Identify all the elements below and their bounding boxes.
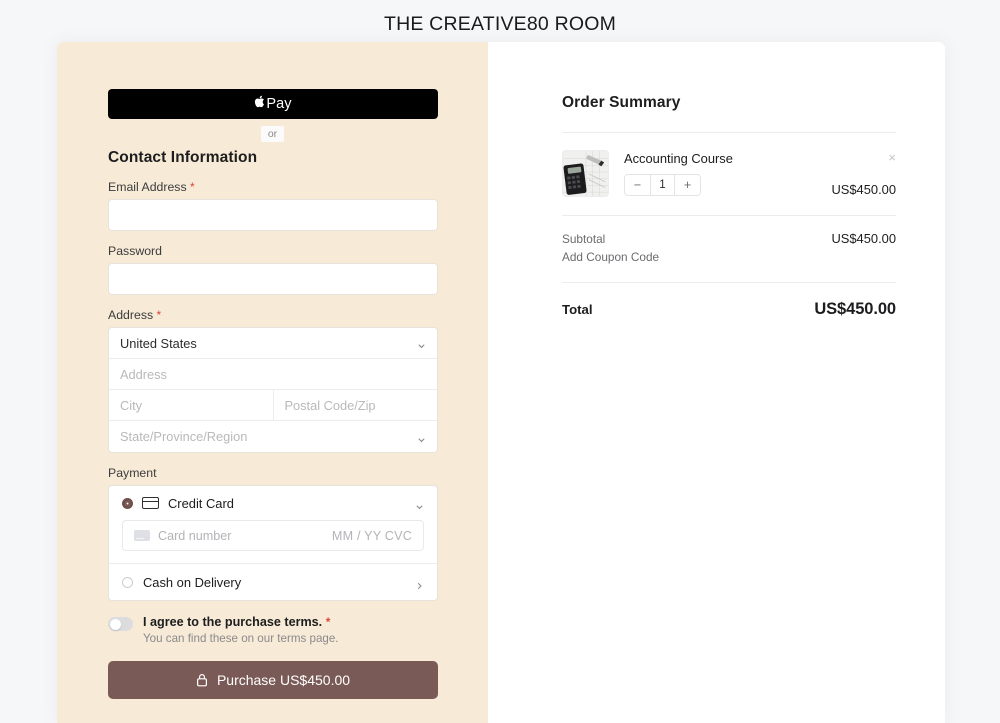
add-coupon-code-link[interactable]: Add Coupon Code xyxy=(562,250,659,264)
apple-pay-button[interactable]: Pay xyxy=(108,89,438,119)
payment-methods-box: Credit Card Card number MM / YY CVC Cash… xyxy=(108,485,438,601)
card-brand-icon xyxy=(134,530,150,541)
terms-label: I agree to the purchase terms. * xyxy=(143,615,339,629)
card-number-field[interactable]: Card number MM / YY CVC xyxy=(122,520,424,551)
card-expiry-cvc-placeholder: MM / YY CVC xyxy=(331,528,412,543)
contact-section-heading: Contact Information xyxy=(108,149,258,166)
email-label: Email Address * xyxy=(108,180,437,194)
country-row: United States xyxy=(109,328,437,359)
address-label-text: Address xyxy=(108,308,154,322)
terms-toggle[interactable] xyxy=(108,617,133,631)
card-entry-area: Card number MM / YY CVC xyxy=(109,520,437,563)
purchase-button-label: Purchase US$450.00 xyxy=(216,672,351,688)
express-divider: or xyxy=(108,119,437,149)
order-line-item: Accounting Course − 1 + × US$450.00 xyxy=(562,133,896,215)
terms-required-marker: * xyxy=(325,615,331,629)
street-address-input[interactable]: Address xyxy=(109,359,437,389)
chevron-down-icon xyxy=(417,432,426,442)
quantity-decrement-button[interactable]: − xyxy=(625,175,650,195)
subtotal-value: US$450.00 xyxy=(831,231,896,246)
payment-method-cash-on-delivery[interactable]: Cash on Delivery xyxy=(109,564,437,600)
purchase-button[interactable]: Purchase US$450.00 xyxy=(108,661,438,699)
address-label: Address * xyxy=(108,308,437,322)
quantity-stepper: − 1 + xyxy=(624,174,701,196)
line-item-name: Accounting Course xyxy=(624,151,733,166)
cash-on-delivery-label: Cash on Delivery xyxy=(143,574,242,590)
street-placeholder: Address xyxy=(120,366,167,382)
product-thumbnail xyxy=(562,150,609,197)
password-field-block: Password xyxy=(108,244,438,295)
order-summary-heading: Order Summary xyxy=(562,94,681,111)
postal-placeholder: Postal Code/Zip xyxy=(284,397,376,413)
line-item-right: × US$450.00 xyxy=(831,150,896,197)
total-row: Total US$450.00 xyxy=(562,283,896,319)
password-label: Password xyxy=(108,244,162,258)
address-field-block: Address * United States Address City Pos… xyxy=(108,308,438,453)
address-required-marker: * xyxy=(156,308,162,322)
apple-pay-label: Pay xyxy=(266,96,292,112)
email-input[interactable] xyxy=(108,199,438,231)
email-field-block: Email Address * xyxy=(108,180,438,231)
line-item-details: Accounting Course − 1 + xyxy=(624,150,816,196)
payment-field-block: Payment Credit Card Card number MM / YY … xyxy=(108,466,438,601)
chevron-down-icon xyxy=(415,499,424,510)
street-row: Address xyxy=(109,359,437,390)
terms-text-block: I agree to the purchase terms. * You can… xyxy=(143,615,339,645)
postal-code-input[interactable]: Postal Code/Zip xyxy=(272,390,438,420)
country-value: United States xyxy=(120,335,197,351)
radio-unselected-icon xyxy=(122,576,133,588)
terms-sublabel: You can find these on our terms page. xyxy=(143,632,339,645)
password-input[interactable] xyxy=(108,263,438,295)
card-number-placeholder: Card number xyxy=(158,528,232,543)
apple-logo-icon xyxy=(254,95,265,111)
line-item-price: US$450.00 xyxy=(831,182,896,197)
remove-item-button[interactable]: × xyxy=(888,151,896,164)
radio-selected-icon xyxy=(122,497,133,509)
address-group: United States Address City Postal Code/Z… xyxy=(108,327,438,453)
country-select[interactable]: United States xyxy=(109,328,437,358)
chevron-down-icon xyxy=(417,339,426,349)
checkout-form-pane: Pay or Contact Information Email Address… xyxy=(57,42,488,723)
city-input[interactable]: City xyxy=(109,390,273,420)
city-postal-row: City Postal Code/Zip xyxy=(109,390,437,421)
subtotal-row: Subtotal US$450.00 xyxy=(562,216,896,246)
email-required-marker: * xyxy=(190,180,195,194)
terms-label-text: I agree to the purchase terms. xyxy=(143,615,323,629)
lock-icon xyxy=(196,673,208,687)
payment-method-credit-card[interactable]: Credit Card xyxy=(109,486,437,520)
page-title: THE CREATIVE80 ROOM xyxy=(383,13,617,35)
terms-agreement-row: I agree to the purchase terms. * You can… xyxy=(108,615,437,645)
checkout-card: Pay or Contact Information Email Address… xyxy=(57,42,945,723)
total-value: US$450.00 xyxy=(814,300,896,318)
payment-label: Payment xyxy=(108,466,157,480)
quantity-increment-button[interactable]: + xyxy=(675,175,700,195)
subtotal-label: Subtotal xyxy=(562,232,606,246)
total-label: Total xyxy=(562,302,593,317)
state-row: State/Province/Region xyxy=(109,421,437,452)
city-placeholder: City xyxy=(120,397,143,413)
credit-card-icon xyxy=(142,497,159,509)
divider-label: or xyxy=(260,126,285,142)
quantity-value: 1 xyxy=(650,175,675,195)
state-select[interactable]: State/Province/Region xyxy=(109,421,437,452)
email-label-text: Email Address xyxy=(108,180,187,194)
order-summary-pane: Order Summary Accounting Course − 1 + × … xyxy=(488,42,945,723)
chevron-right-icon xyxy=(415,578,424,590)
state-placeholder: State/Province/Region xyxy=(120,429,248,444)
credit-card-label: Credit Card xyxy=(168,495,234,511)
